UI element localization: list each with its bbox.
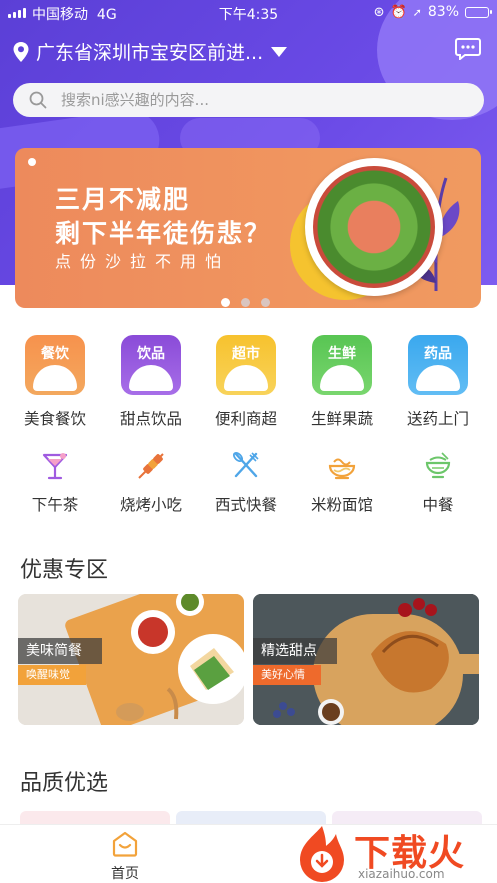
promo-card-meal[interactable]: 美味简餐 唤醒味觉 <box>18 594 244 725</box>
category-tag: 超市 <box>232 346 260 362</box>
battery-icon <box>465 6 492 18</box>
subcategory-label: 中餐 <box>422 496 454 514</box>
category-photo <box>33 365 77 391</box>
category-icon: 生鲜 <box>312 335 372 395</box>
chevron-down-icon <box>271 46 288 57</box>
category-label: 便利商超 <box>214 410 277 428</box>
banner-headline-2: 剩下半年徒伤悲？ <box>55 219 272 248</box>
promo-card-title: 美味简餐 <box>18 638 102 664</box>
promo-card-dessert[interactable]: 精选甜点 美好心情 <box>253 594 479 725</box>
subcategory-item[interactable]: 西式快餐 <box>206 450 286 515</box>
category-icon: 超市 <box>216 335 276 395</box>
category-item[interactable]: 药品 送药上门 <box>398 335 478 429</box>
page-dot <box>241 298 250 307</box>
category-icon: 药品 <box>408 335 468 395</box>
message-icon[interactable] <box>455 38 481 60</box>
category-photo <box>224 365 268 391</box>
home-icon <box>112 831 138 857</box>
tab-home-label: 首页 <box>111 866 139 882</box>
location-text: 广东省深圳市宝安区前进... <box>36 42 264 64</box>
banner-headline-1: 三月不减肥 <box>55 185 191 214</box>
subcategory-label: 下午茶 <box>31 496 79 514</box>
watermark: 下载火 xiazaihuo.com <box>292 822 497 883</box>
page-dot <box>261 298 270 307</box>
subcategory-label: 米粉面馆 <box>310 496 373 514</box>
search-input[interactable] <box>61 91 441 109</box>
rice-bowl-icon <box>398 450 478 482</box>
category-photo <box>416 365 460 391</box>
subcategory-item[interactable]: 烧烤小吃 <box>111 450 191 515</box>
location-arrow-icon: ➚ <box>412 5 422 19</box>
quality-card[interactable] <box>20 811 170 825</box>
salad-image <box>313 166 435 288</box>
category-tag: 药品 <box>424 346 452 362</box>
location-selector[interactable]: 广东省深圳市宝安区前进... <box>12 38 288 65</box>
subcategory-item[interactable]: 米粉面馆 <box>302 450 382 515</box>
category-tag: 饮品 <box>137 346 165 362</box>
subcategory-item[interactable]: 中餐 <box>398 450 478 515</box>
category-item[interactable]: 生鲜 生鲜果蔬 <box>302 335 382 429</box>
category-item[interactable]: 饮品 甜点饮品 <box>111 335 191 429</box>
status-bar: 中国移动 4G 下午4:35 ⊛ ⏰ ➚ 83% <box>0 0 497 26</box>
category-label: 美食餐饮 <box>23 410 86 428</box>
promo-card-subtitle: 美好心情 <box>253 665 321 685</box>
section-title-quality: 品质优选 <box>20 771 109 796</box>
section-title-promo: 优惠专区 <box>20 558 109 583</box>
battery-percent: 83% <box>427 4 459 20</box>
cocktail-glass-icon <box>15 450 95 482</box>
subcategory-item[interactable]: 下午茶 <box>15 450 95 515</box>
banner-tagline: 点份沙拉不用怕 <box>55 252 231 271</box>
noodle-bowl-icon <box>302 450 382 482</box>
search-bar[interactable] <box>13 83 484 117</box>
promo-banner[interactable]: 三月不减肥 剩下半年徒伤悲？ 点份沙拉不用怕 <box>15 148 481 308</box>
subcategory-label: 西式快餐 <box>214 496 277 514</box>
category-label: 生鲜果蔬 <box>310 410 373 428</box>
promo-card-title: 精选甜点 <box>253 638 337 664</box>
category-label: 甜点饮品 <box>119 410 182 428</box>
category-icon: 饮品 <box>121 335 181 395</box>
category-photo <box>320 365 364 391</box>
category-label: 送药上门 <box>406 410 469 428</box>
category-photo <box>129 365 173 391</box>
fork-knife-icon <box>206 450 286 482</box>
banner-page-indicator <box>221 298 270 307</box>
category-tag: 餐饮 <box>41 346 69 362</box>
tab-home[interactable]: 首页 <box>97 831 153 883</box>
alarm-icon: ⏰ <box>390 4 407 20</box>
category-icon: 餐饮 <box>25 335 85 395</box>
category-item[interactable]: 餐饮 美食餐饮 <box>15 335 95 429</box>
banner-decor-dot <box>28 158 36 166</box>
rotation-lock-icon: ⊛ <box>373 4 385 20</box>
search-icon <box>29 91 47 109</box>
skewer-icon <box>111 450 191 482</box>
page-dot <box>221 298 230 307</box>
subcategory-label: 烧烤小吃 <box>119 496 182 514</box>
flame-logo-icon <box>300 826 344 882</box>
category-item[interactable]: 超市 便利商超 <box>206 335 286 429</box>
category-tag: 生鲜 <box>328 346 356 362</box>
promo-card-subtitle: 唤醒味觉 <box>18 665 86 685</box>
watermark-url: xiazaihuo.com <box>358 867 445 881</box>
location-pin-icon <box>13 41 29 62</box>
